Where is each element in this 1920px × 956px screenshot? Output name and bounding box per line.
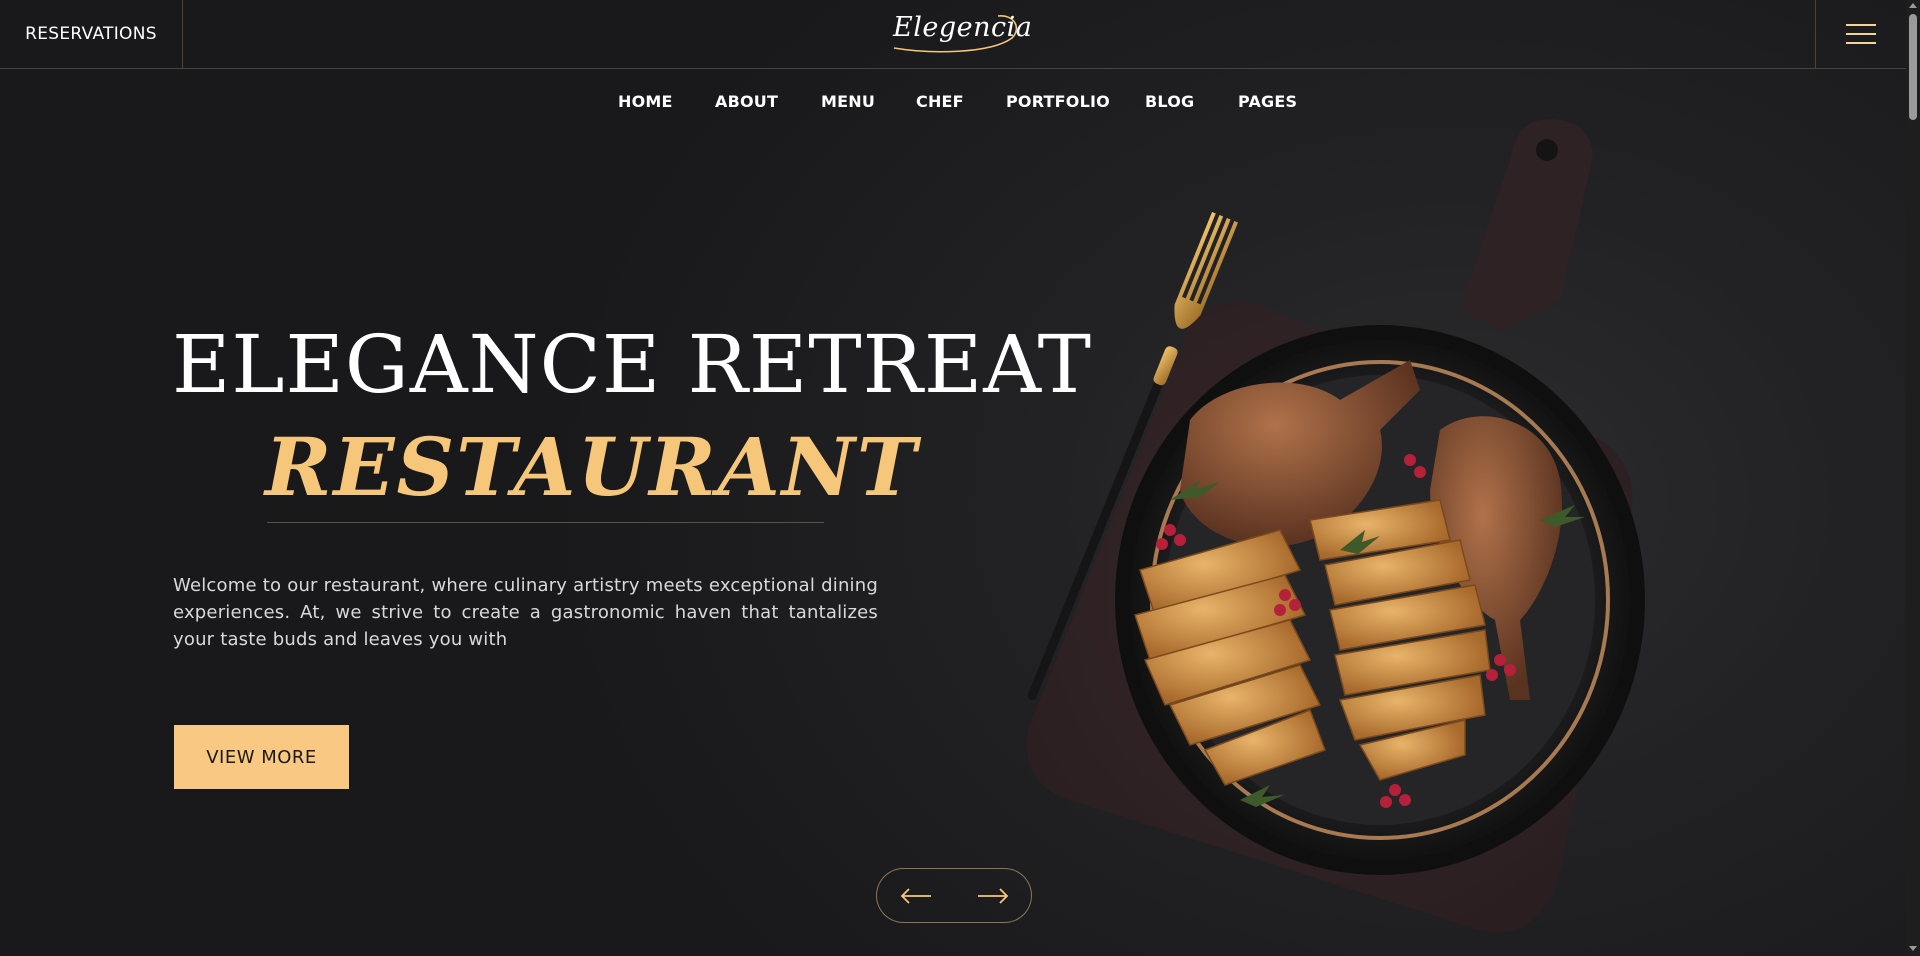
- main-nav: HOME ABOUT MENU CHEF PORTFOLIO BLOG PAGE…: [0, 92, 1906, 118]
- view-more-button[interactable]: VIEW MORE: [174, 725, 349, 789]
- hero-description: Welcome to our restaurant, where culinar…: [173, 575, 878, 650]
- next-slide-button[interactable]: [954, 868, 1032, 923]
- slider-controls: [876, 868, 1032, 923]
- reservations-link[interactable]: RESERVATIONS: [0, 0, 183, 68]
- hero-food-image: [1026, 119, 1645, 933]
- scroll-down-icon[interactable]: [1909, 946, 1917, 951]
- nav-item-menu[interactable]: MENU: [821, 92, 875, 111]
- arrow-left-icon: [900, 887, 931, 904]
- arrow-right-icon: [977, 887, 1008, 904]
- hero-title: ELEGANCE RETREAT: [172, 318, 1093, 411]
- nav-item-portfolio[interactable]: PORTFOLIO: [1006, 92, 1110, 111]
- nav-item-about[interactable]: ABOUT: [715, 92, 778, 111]
- prev-slide-button[interactable]: [876, 868, 954, 923]
- nav-item-home[interactable]: HOME: [618, 92, 673, 111]
- title-divider: [267, 522, 824, 523]
- site-logo[interactable]: Elegencia: [890, 8, 1032, 56]
- nav-item-blog[interactable]: BLOG: [1145, 92, 1194, 111]
- scroll-up-icon[interactable]: [1909, 3, 1917, 8]
- nav-item-chef[interactable]: CHEF: [916, 92, 964, 111]
- page-scrollbar[interactable]: [1906, 0, 1920, 956]
- logo-text: Elegencia: [893, 12, 1033, 43]
- scroll-thumb[interactable]: [1909, 14, 1917, 120]
- hamburger-icon: [1846, 23, 1876, 45]
- top-bar: RESERVATIONS Elegencia: [0, 0, 1906, 69]
- nav-item-pages[interactable]: PAGES: [1238, 92, 1297, 111]
- hero-subtitle: RESTAURANT: [265, 420, 919, 514]
- menu-button[interactable]: [1815, 0, 1906, 68]
